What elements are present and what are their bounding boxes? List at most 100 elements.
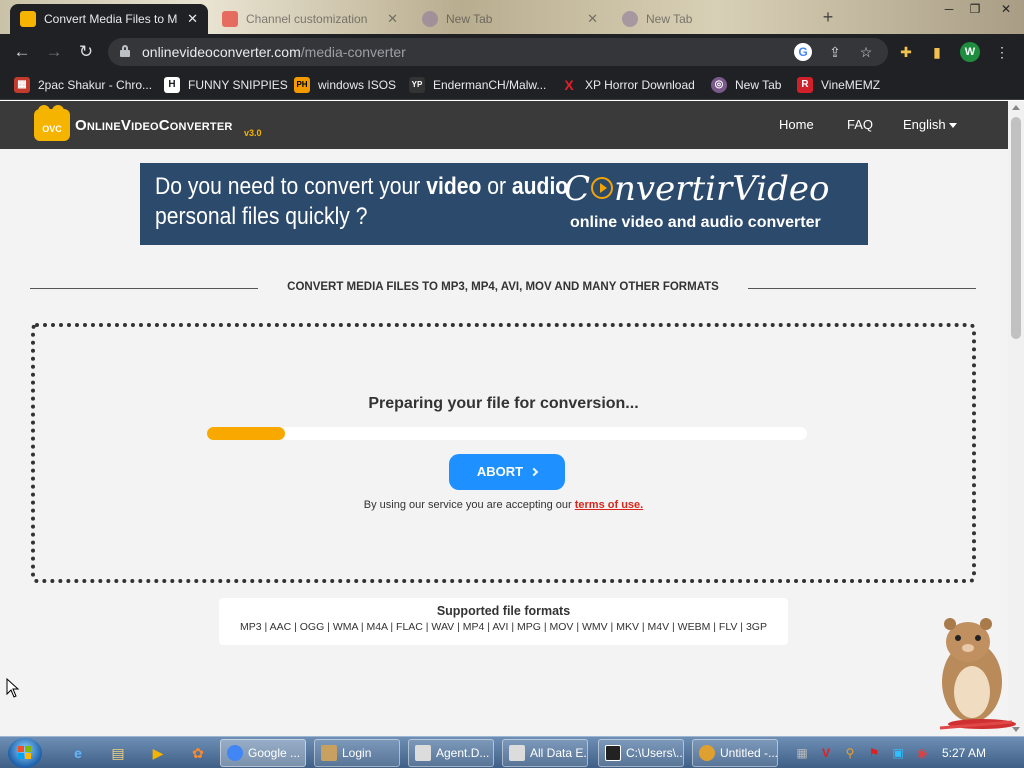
terms-of-use-link[interactable]: terms of use. <box>575 499 643 511</box>
tab-new-tab-1[interactable]: New Tab ✕ <box>412 4 608 34</box>
tray-v-icon[interactable]: V <box>818 745 834 761</box>
url-text[interactable]: onlinevideoconverter.com/media-converter <box>142 44 406 60</box>
progress-fill <box>207 427 285 440</box>
spiral-favicon-icon <box>622 11 638 27</box>
x-logo-icon: X <box>564 77 574 93</box>
tray-monitor-icon[interactable]: ▣ <box>890 745 906 761</box>
taskbar-login[interactable]: Login <box>314 739 400 767</box>
extensions-puzzle-icon[interactable]: ✚ <box>896 42 916 62</box>
spiral-favicon-icon <box>422 11 438 27</box>
scrollbar-thumb[interactable] <box>1011 117 1021 339</box>
bookmarks-bar: ▦ 2pac Shakur - Chro... H FUNNY SNIPPIES… <box>0 70 1024 100</box>
share-icon[interactable]: ⇪ <box>826 43 844 61</box>
h-logo-icon: H <box>164 77 180 93</box>
ph-logo-icon: PH <box>294 77 310 93</box>
browser-toolbar: ← → ↻ onlinevideoconverter.com/media-con… <box>0 34 1024 70</box>
tray-flag-icon[interactable]: ⚑ <box>866 745 882 761</box>
chrome-icon <box>227 745 243 761</box>
window-close-icon[interactable]: ✕ <box>990 0 1022 18</box>
side-panel-icon[interactable]: ▮ <box>927 42 947 62</box>
chevron-right-icon <box>529 467 539 477</box>
nav-home[interactable]: Home <box>779 117 814 132</box>
formats-title: Supported file formats <box>436 604 571 618</box>
file-explorer-icon[interactable]: ▤ <box>106 741 130 765</box>
bookmark-item[interactable]: ▦ 2pac Shakur - Chro... <box>14 76 152 94</box>
bookmark-item[interactable]: ◎ New Tab <box>711 76 781 94</box>
youtube-favicon-icon <box>222 11 238 27</box>
bookmark-item[interactable]: R VineMEMZ <box>797 76 880 94</box>
bookmark-item[interactable]: YP EndermanCH/Malw... <box>409 76 546 94</box>
supported-formats-box: Supported file formats MP3 | AAC | OGG |… <box>219 598 788 645</box>
window-icon <box>509 745 525 761</box>
bookmark-star-icon[interactable]: ☆ <box>857 43 875 61</box>
internet-explorer-icon[interactable]: e <box>66 741 90 765</box>
ad-banner[interactable]: Do you need to convert your video or aud… <box>140 163 868 245</box>
site-logo-text[interactable]: OnlineVideoConverter <box>75 117 233 134</box>
windows-taskbar: e ▤ ▶ ✿ Google ... Login Agent.D... All … <box>0 736 1024 768</box>
reload-icon[interactable]: ↻ <box>74 40 98 64</box>
windows-logo-icon <box>18 746 32 760</box>
play-icon <box>591 177 614 199</box>
camera-logo-icon[interactable]: OVC <box>34 105 70 141</box>
paint-icon <box>699 745 715 761</box>
spiral-icon: ◎ <box>711 77 727 93</box>
bookmark-item[interactable]: PH windows ISOS <box>294 76 396 94</box>
google-lens-icon[interactable]: G <box>794 43 812 61</box>
banner-subtitle: online video and audio converter <box>570 214 821 231</box>
minimize-icon[interactable]: ─ <box>936 0 962 18</box>
bookmark-item[interactable]: H FUNNY SNIPPIES <box>164 76 288 94</box>
tray-app-icon[interactable]: ▦ <box>794 745 810 761</box>
site-navbar: OVC OnlineVideoConverter v3.0 Home FAQ E… <box>0 101 1008 149</box>
burn-app-icon[interactable]: ✿ <box>186 741 210 765</box>
tab-channel-customization[interactable]: Channel customization ✕ <box>212 4 408 34</box>
taskbar-agent[interactable]: Agent.D... <box>408 739 494 767</box>
tab-title: New Tab <box>446 12 493 26</box>
lock-icon[interactable] <box>120 45 130 57</box>
bookmark-item[interactable]: X XP Horror Download <box>561 76 695 94</box>
yp-logo-icon: YP <box>409 77 425 93</box>
chrome-store-icon: ▦ <box>14 77 30 93</box>
formats-list: MP3 | AAC | OGG | WMA | M4A | FLAC | WAV… <box>240 621 767 633</box>
tab-title: New Tab <box>646 12 693 26</box>
close-tab-icon[interactable]: ✕ <box>587 11 598 27</box>
tray-search-icon[interactable]: ⚲ <box>842 745 858 761</box>
language-dropdown[interactable]: English <box>903 117 957 132</box>
browser-tab-strip: Convert Media Files to M ✕ Channel custo… <box>0 0 1024 34</box>
scroll-up-icon[interactable] <box>1012 105 1020 110</box>
taskbar-paint[interactable]: Untitled -... <box>692 739 778 767</box>
r-logo-icon: R <box>797 77 813 93</box>
status-text: Preparing your file for conversion... <box>368 395 639 412</box>
new-tab-button[interactable]: + <box>816 6 840 30</box>
tab-new-tab-2[interactable]: New Tab <box>612 4 808 34</box>
back-arrow-icon[interactable]: ← <box>10 40 34 64</box>
media-player-icon[interactable]: ▶ <box>146 741 170 765</box>
banner-question-line2: personal files quickly ? <box>155 203 368 230</box>
start-button[interactable] <box>8 738 42 768</box>
section-heading: CONVERT MEDIA FILES TO MP3, MP4, AVI, MO… <box>30 281 976 295</box>
taskbar-all-data[interactable]: All Data E... <box>502 739 588 767</box>
window-icon <box>415 745 431 761</box>
taskbar-chrome[interactable]: Google ... <box>220 739 306 767</box>
ovc-favicon-icon <box>20 11 36 27</box>
user-icon <box>321 745 337 761</box>
taskbar-7zip[interactable]: C:\Users\... <box>598 739 684 767</box>
banner-question-line1: Do you need to convert your video or aud… <box>155 173 569 200</box>
menu-kebab-icon[interactable]: ⋮ <box>992 42 1012 62</box>
nav-faq[interactable]: FAQ <box>847 117 873 132</box>
tray-volume-icon[interactable]: ◉ <box>914 745 930 761</box>
profile-avatar[interactable]: W <box>960 42 980 62</box>
tab-convert-media[interactable]: Convert Media Files to M ✕ <box>10 4 208 34</box>
system-clock[interactable]: 5:27 AM <box>942 746 986 760</box>
7zip-icon <box>605 745 621 761</box>
address-bar[interactable]: onlinevideoconverter.com/media-converter… <box>108 38 888 66</box>
close-tab-icon[interactable]: ✕ <box>387 11 398 27</box>
forward-arrow-icon[interactable]: → <box>42 40 66 64</box>
mouse-cursor-icon <box>6 678 20 698</box>
hamster-buddy-icon[interactable] <box>920 612 1020 736</box>
caret-down-icon <box>948 123 957 129</box>
section-heading-text: CONVERT MEDIA FILES TO MP3, MP4, AVI, MO… <box>287 281 719 293</box>
abort-button[interactable]: ABORT <box>449 454 565 490</box>
restore-icon[interactable]: ❐ <box>962 0 988 18</box>
close-tab-icon[interactable]: ✕ <box>187 11 198 27</box>
banner-brand: CnvertirVideo <box>564 169 830 209</box>
